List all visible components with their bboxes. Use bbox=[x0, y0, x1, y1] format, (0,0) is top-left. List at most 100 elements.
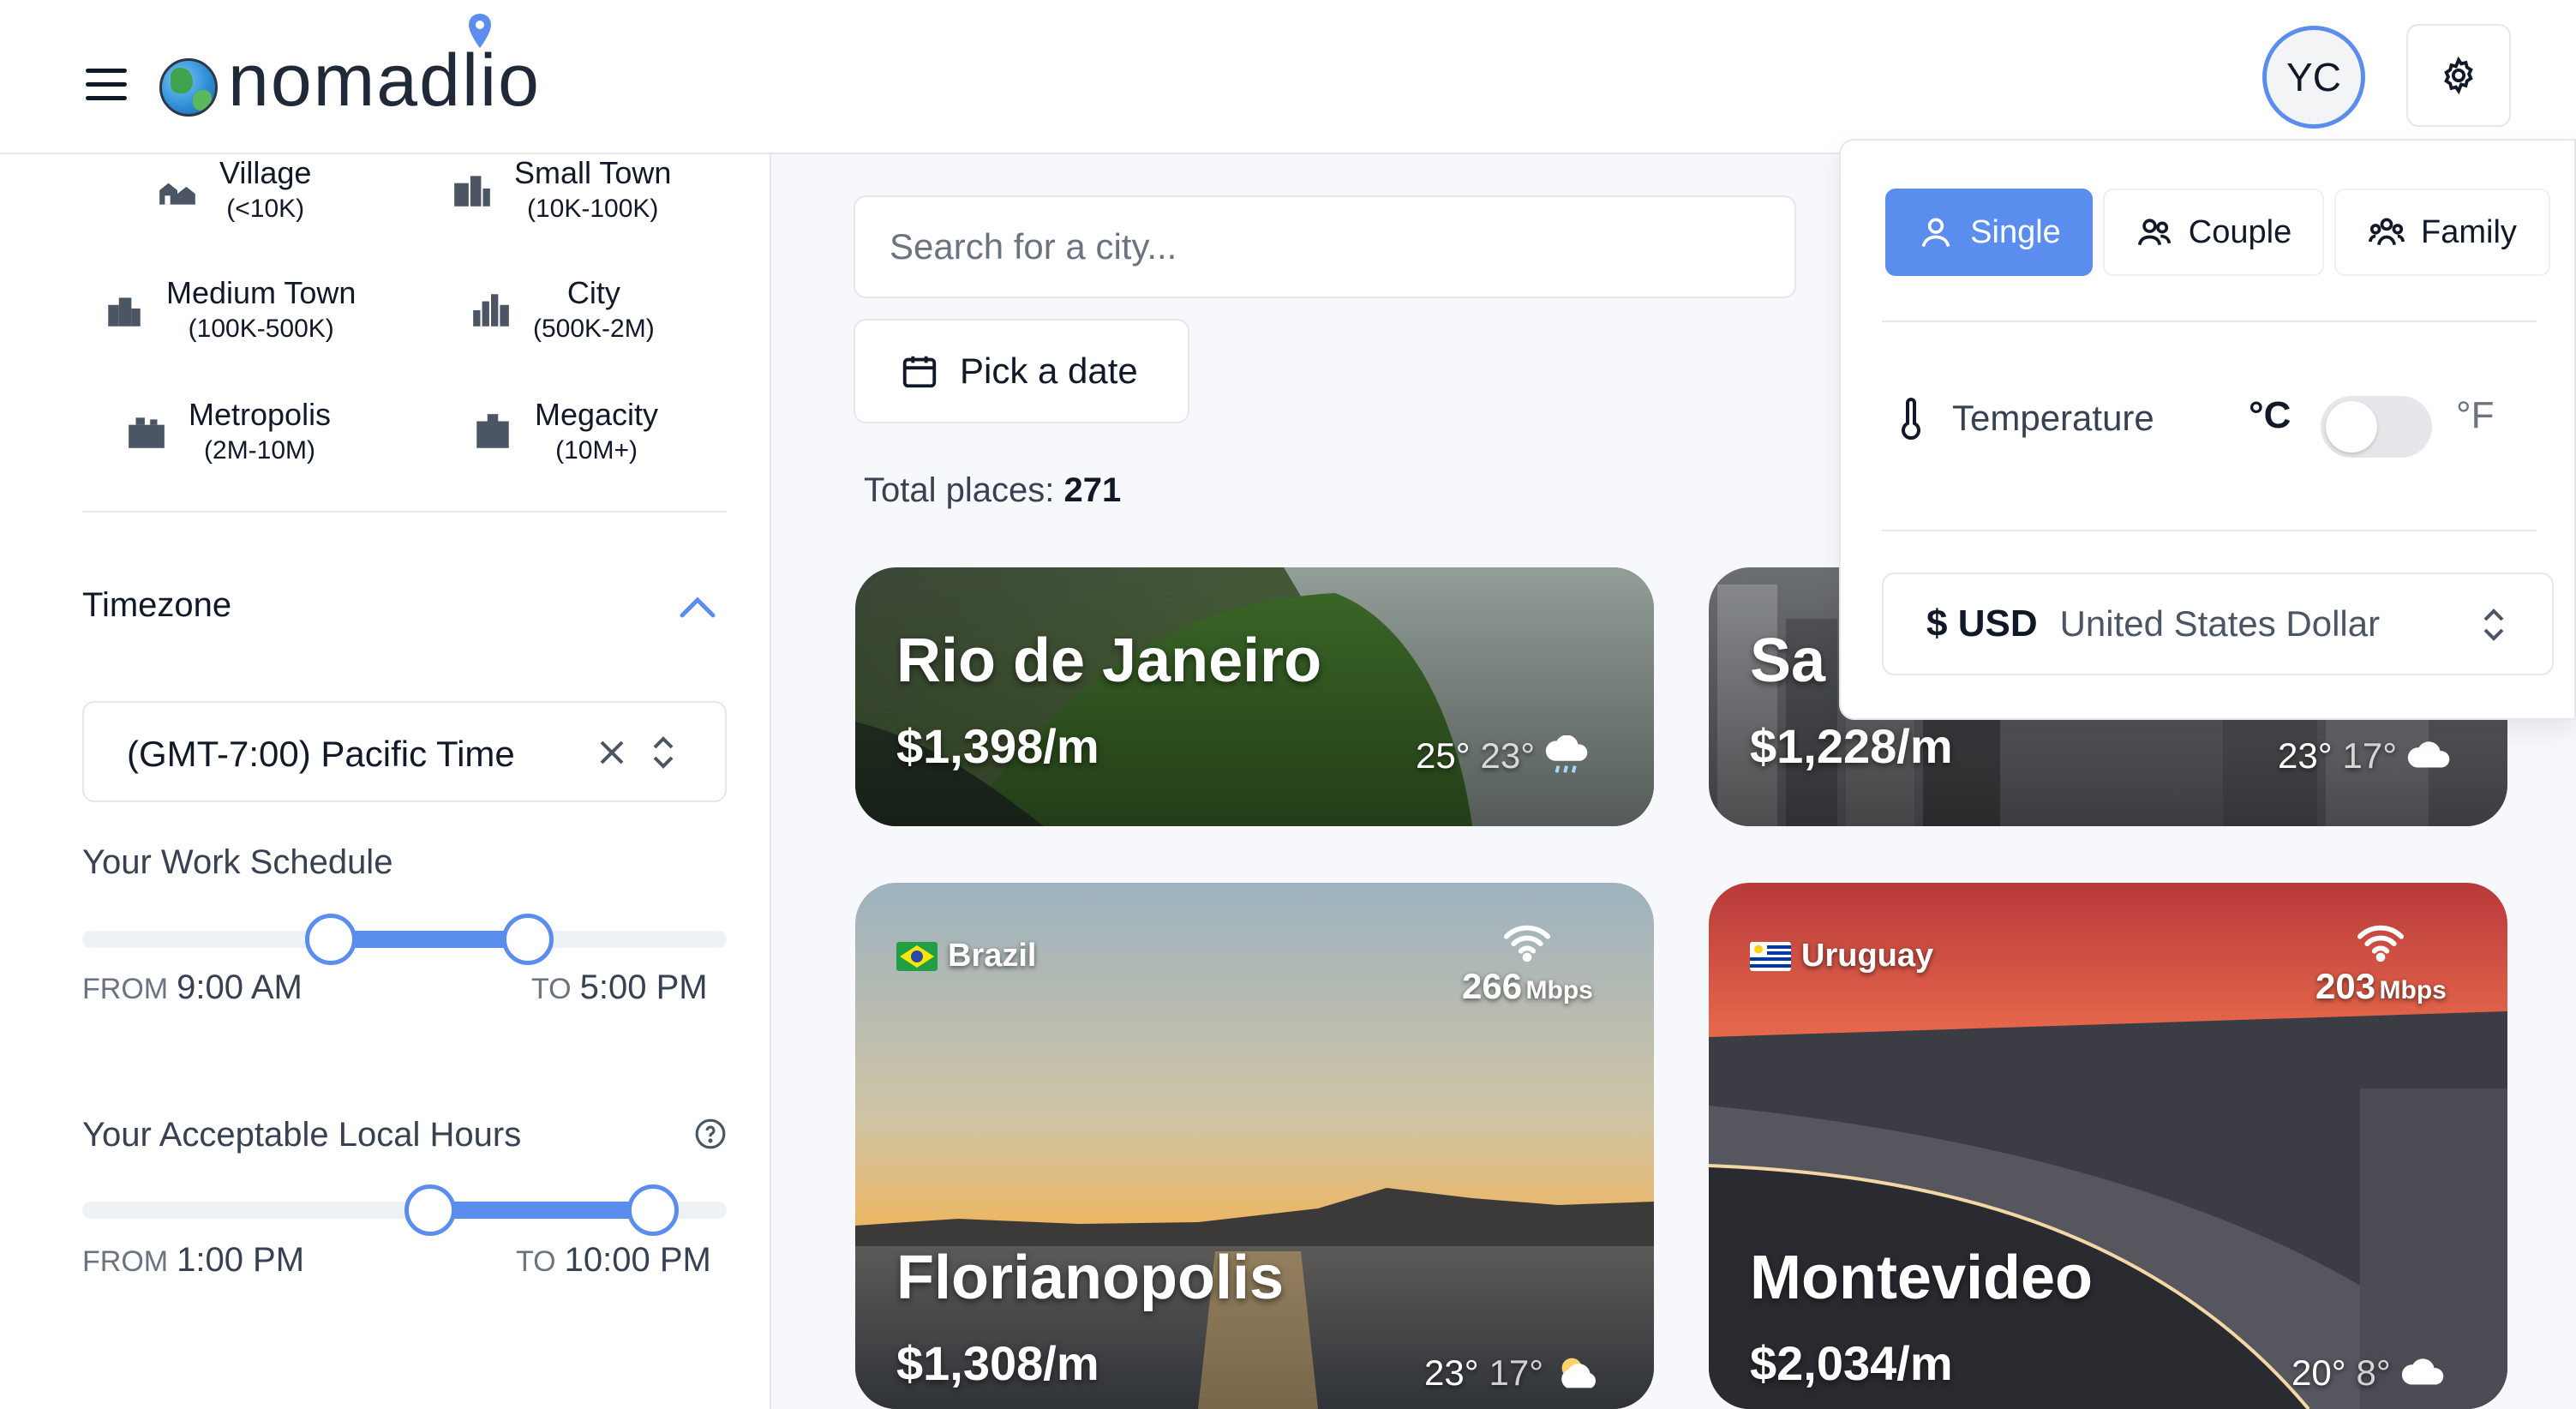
household-single-button[interactable]: Single bbox=[1885, 189, 2093, 276]
internet-speed: 266 Mbps bbox=[1462, 924, 1593, 1007]
work-to-value: 5:00 PM bbox=[579, 968, 708, 1006]
work-from-value: 9:00 AM bbox=[177, 968, 303, 1006]
city-card-montevideo[interactable]: Uruguay 203 Mbps Montevideo $2,034/m 20°… bbox=[1709, 883, 2507, 1409]
size-name: Metropolis bbox=[189, 397, 332, 432]
size-option-small-town[interactable]: Small Town (10K-100K) bbox=[451, 154, 671, 226]
country-name: Uruguay bbox=[1801, 938, 1934, 974]
size-name: Small Town bbox=[514, 155, 672, 190]
household-label: Single bbox=[1970, 213, 2061, 250]
size-range: (<10K) bbox=[226, 195, 305, 223]
local-start-thumb[interactable] bbox=[404, 1184, 456, 1236]
household-label: Family bbox=[2421, 213, 2517, 250]
filters-sidebar: Village (<10K) Small Town (10K-100K) Mediu… bbox=[0, 154, 771, 1409]
size-name: Village bbox=[219, 155, 312, 190]
temp-high: 25° bbox=[1416, 735, 1471, 776]
menu-icon[interactable] bbox=[86, 69, 127, 101]
city-cost: $2,034/m bbox=[1750, 1336, 1953, 1390]
work-start-thumb[interactable] bbox=[305, 914, 356, 965]
to-prefix: TO bbox=[531, 973, 572, 1005]
work-to-label: TO 5:00 PM bbox=[531, 968, 708, 1007]
wifi-icon bbox=[1504, 925, 1551, 962]
user-icon bbox=[1921, 218, 1950, 248]
celsius-label[interactable]: °C bbox=[2249, 394, 2291, 437]
slider-range-fill bbox=[329, 931, 526, 948]
sun-cloud-icon bbox=[1561, 1358, 1597, 1388]
metropolis-icon bbox=[129, 417, 165, 448]
temp-high: 20° bbox=[2291, 1352, 2346, 1393]
temp-low: 23° bbox=[1480, 735, 1536, 776]
fahrenheit-label[interactable]: °F bbox=[2456, 394, 2494, 437]
cloud-icon bbox=[2407, 741, 2450, 768]
city-card-rio[interactable]: Rio de Janeiro $1,398/m 25° 23° bbox=[855, 567, 1654, 826]
internet-speed: 203 Mbps bbox=[2315, 924, 2447, 1007]
work-schedule-slider[interactable] bbox=[82, 931, 727, 948]
megacity-icon bbox=[476, 414, 509, 448]
pick-date-button[interactable]: Pick a date bbox=[854, 319, 1189, 423]
popover-divider bbox=[1882, 530, 2537, 531]
local-from-label: FROM 1:00 PM bbox=[82, 1241, 304, 1280]
timezone-select[interactable]: (GMT-7:00) Pacific Time bbox=[82, 701, 727, 802]
user-avatar[interactable]: YC bbox=[2262, 26, 2365, 129]
calendar-icon bbox=[902, 356, 937, 388]
country-name: Brazil bbox=[948, 938, 1037, 974]
city-cost: $1,228/m bbox=[1750, 719, 1953, 773]
city-card-florianopolis[interactable]: Brazil 266 Mbps Florianopolis $1,308/m 2… bbox=[855, 883, 1654, 1409]
temp-high: 23° bbox=[2278, 735, 2333, 776]
work-end-thumb[interactable] bbox=[502, 914, 554, 965]
country-label: Brazil bbox=[896, 938, 1036, 974]
clear-icon[interactable] bbox=[595, 734, 629, 771]
from-prefix: FROM bbox=[82, 1245, 169, 1278]
speed-unit: Mbps bbox=[1525, 976, 1593, 1004]
cloud-icon bbox=[2401, 1358, 2443, 1385]
city-name: Montevideo bbox=[1750, 1244, 2094, 1312]
size-name: City bbox=[566, 275, 620, 310]
location-pin-icon bbox=[469, 14, 491, 48]
search-input[interactable] bbox=[855, 197, 1794, 297]
help-icon[interactable] bbox=[694, 1118, 727, 1150]
total-label: Total places: bbox=[864, 471, 1055, 509]
temp-low: 17° bbox=[2342, 735, 2398, 776]
city-weather: 23° 17° bbox=[2278, 735, 2455, 776]
city-cost: $1,308/m bbox=[896, 1336, 1099, 1390]
total-places: Total places: 271 bbox=[864, 471, 1121, 510]
currency-select[interactable]: $ USD United States Dollar bbox=[1882, 573, 2554, 675]
globe-logo-icon bbox=[159, 58, 218, 117]
city-photo bbox=[855, 567, 1654, 826]
city-cost: $1,398/m bbox=[896, 719, 1099, 773]
chevron-up-icon[interactable] bbox=[677, 590, 718, 624]
pick-date-label: Pick a date bbox=[960, 351, 1138, 391]
popover-divider bbox=[1882, 321, 2537, 322]
rain-cloud-icon bbox=[1545, 735, 1588, 773]
work-from-label: FROM 9:00 AM bbox=[82, 968, 303, 1007]
settings-popover: Single Couple Family Temperature °C °F $… bbox=[1839, 139, 2576, 720]
size-option-metropolis[interactable]: Metropolis (2M-10M) bbox=[125, 396, 331, 468]
size-name: Megacity bbox=[535, 397, 659, 432]
top-header: nomadlio YC bbox=[0, 0, 2576, 154]
settings-button[interactable] bbox=[2406, 24, 2511, 127]
medium-town-icon bbox=[108, 297, 141, 327]
city-name: Rio de Janeiro bbox=[896, 627, 1322, 695]
city-icon bbox=[473, 294, 509, 327]
currency-name: United States Dollar bbox=[2059, 603, 2381, 644]
thermometer-icon bbox=[1902, 398, 1920, 441]
from-prefix: FROM bbox=[82, 973, 169, 1005]
city-name: Sa bbox=[1750, 627, 1826, 695]
total-count: 271 bbox=[1063, 471, 1122, 509]
wifi-icon bbox=[2357, 925, 2405, 962]
local-to-label: TO 10:00 PM bbox=[516, 1241, 711, 1280]
size-option-medium-town[interactable]: Medium Town (100K-500K) bbox=[103, 274, 356, 346]
chevron-updown-icon bbox=[2483, 609, 2504, 641]
household-family-button[interactable]: Family bbox=[2334, 189, 2550, 276]
household-couple-button[interactable]: Couple bbox=[2103, 189, 2324, 276]
brand-logo[interactable]: nomadlio bbox=[228, 38, 541, 123]
uruguay-flag-icon bbox=[1750, 941, 1791, 971]
size-option-megacity[interactable]: Megacity (10M+) bbox=[471, 396, 658, 468]
speed-value: 203 bbox=[2315, 966, 2376, 1006]
local-end-thumb[interactable] bbox=[627, 1184, 679, 1236]
size-option-city[interactable]: City (500K-2M) bbox=[470, 274, 655, 346]
city-weather: 23° 17° bbox=[1424, 1352, 1602, 1394]
size-option-village[interactable]: Village (<10K) bbox=[156, 154, 311, 226]
temperature-unit-toggle[interactable] bbox=[2321, 396, 2432, 458]
city-search[interactable] bbox=[854, 195, 1796, 298]
gear-icon bbox=[2444, 56, 2473, 95]
